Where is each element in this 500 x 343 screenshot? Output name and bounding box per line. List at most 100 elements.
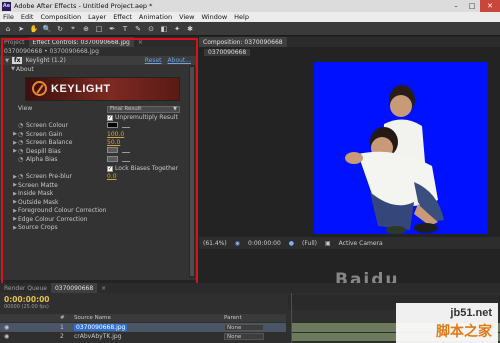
stopwatch-icon[interactable]: ◔ (18, 131, 26, 138)
tab-render-queue[interactable]: Render Queue (0, 283, 51, 293)
lock-biases-label: Lock Biases Together (115, 164, 179, 172)
eyedropper-icon[interactable] (122, 156, 130, 162)
camera-snapshot-icon[interactable]: ◉ (235, 240, 240, 247)
eyedropper-icon[interactable] (122, 147, 130, 154)
zoom-tool-icon[interactable]: 🔍 (42, 24, 52, 34)
tab-timeline-comp[interactable]: 0370090668 (50, 283, 98, 293)
stopwatch-icon[interactable]: ◔ (18, 122, 26, 129)
column-parent[interactable]: Parent (224, 315, 242, 321)
stopwatch-icon[interactable]: ◔ (18, 139, 26, 146)
visibility-eye-icon[interactable]: ◉ (4, 324, 9, 331)
composition-viewer[interactable] (314, 62, 488, 234)
screen-balance-value[interactable]: 50.0 (107, 139, 120, 146)
section-foreground-colour-correction[interactable]: ▶ Foreground Colour Correction (0, 207, 197, 216)
reset-link[interactable]: Reset (145, 57, 162, 64)
color-swatch[interactable] (107, 121, 118, 128)
home-icon[interactable]: ⌂ (3, 24, 13, 34)
rectangle-tool-icon[interactable]: □ (94, 24, 104, 34)
section-outside-mask[interactable]: ▶ Outside Mask (0, 198, 197, 207)
about-link[interactable]: About... (168, 57, 191, 64)
section-inside-mask[interactable]: ▶ Inside Mask (0, 190, 197, 199)
screen-preblur-value[interactable]: 0.0 (107, 173, 117, 180)
menu-composition[interactable]: Composition (40, 13, 81, 21)
view-dropdown[interactable]: Final Result ▼ (107, 105, 180, 113)
section-screen-matte[interactable]: ▶ Screen Matte (0, 181, 197, 190)
tab-effect-controls[interactable]: Effect Controls: 0370090668.jpg (28, 37, 134, 47)
visibility-eye-icon[interactable]: ◉ (4, 333, 9, 340)
timeline-current-time[interactable]: 0:00:00:00 (4, 295, 50, 304)
menu-effect[interactable]: Effect (113, 13, 132, 21)
resolution-dropdown[interactable]: (Full) (302, 240, 317, 247)
unpremultiply-checkbox[interactable]: ✓ Unpremultiply Result (107, 114, 178, 121)
close-button[interactable]: ✕ (480, 0, 500, 12)
effect-controls-header: 0370090668 • 0370090668.jpg (0, 47, 197, 56)
keyed-footage-image (345, 85, 444, 234)
stopwatch-icon[interactable]: ◔ (18, 156, 26, 163)
tab-project[interactable]: Project (0, 37, 29, 47)
color-swatch[interactable] (107, 155, 118, 162)
menu-window[interactable]: Window (202, 13, 228, 21)
effect-controls-scrollbar[interactable] (189, 65, 195, 278)
composition-panel: 0370090668 (61.4%) ◉ 0:00:00:00 ● (Full)… (199, 47, 500, 269)
roto-brush-icon[interactable]: ✦ (172, 24, 182, 34)
maximize-button[interactable]: □ (464, 0, 480, 12)
menu-help[interactable]: Help (234, 13, 249, 21)
playhead[interactable] (291, 293, 292, 343)
active-camera-dropdown[interactable]: Active Camera (339, 240, 383, 247)
stopwatch-icon[interactable]: ◔ (18, 148, 26, 155)
section-edge-colour-correction[interactable]: ▶ Edge Colour Correction (0, 215, 197, 224)
chevron-down-icon: ▼ (173, 106, 177, 112)
lock-biases-checkbox[interactable]: ✓ Lock Biases Together (107, 165, 178, 172)
twirl-down-icon[interactable]: ▼ (4, 58, 10, 64)
layer-name[interactable]: 0370090668.jpg (74, 324, 128, 331)
color-swatch[interactable] (107, 147, 118, 154)
column-source-name[interactable]: Source Name (74, 315, 111, 321)
pen-tool-icon[interactable]: ✒ (107, 24, 117, 34)
selection-tool-icon[interactable]: ➤ (16, 24, 26, 34)
channel-icon[interactable]: ● (289, 240, 294, 247)
clone-stamp-icon[interactable]: ⊙ (146, 24, 156, 34)
effect-row-keylight[interactable]: ▼ fx Keylight (1.2) Reset About... (0, 56, 197, 65)
eraser-icon[interactable]: ◧ (159, 24, 169, 34)
section-label: Inside Mask (18, 190, 54, 198)
hand-tool-icon[interactable]: ✋ (29, 24, 39, 34)
screen-gain-value[interactable]: 100.0 (107, 131, 124, 138)
layer-row[interactable]: ◉ 2 crAbvAbyTK.jpg None (0, 332, 286, 341)
checkbox-checked-icon: ✓ (107, 114, 113, 121)
section-label: Outside Mask (18, 198, 59, 206)
text-tool-icon[interactable]: T (120, 24, 130, 34)
puppet-tool-icon[interactable]: ✱ (185, 24, 195, 34)
scrollbar-thumb[interactable] (190, 67, 194, 276)
section-source-crops[interactable]: ▶ Source Crops (0, 224, 197, 233)
layer-name[interactable]: crAbvAbyTK.jpg (74, 333, 121, 340)
camera-tool-icon[interactable]: ⌖ (68, 24, 78, 34)
zoom-dropdown[interactable]: (61.4%) (203, 240, 227, 247)
brush-tool-icon[interactable]: ✎ (133, 24, 143, 34)
pan-behind-icon[interactable]: ⊕ (81, 24, 91, 34)
eyedropper-icon[interactable] (122, 122, 130, 128)
layer-row[interactable]: ◉ 1 0370090668.jpg None (0, 323, 286, 332)
menu-file[interactable]: File (3, 13, 14, 21)
watermark-cn: 脚本之家 (436, 324, 492, 340)
parent-dropdown[interactable]: None (224, 333, 264, 340)
layer-column-header: # Source Name Parent (0, 314, 286, 322)
menu-view[interactable]: View (179, 13, 194, 21)
comp-panel-tabs: Composition: 0370090668 (199, 37, 500, 47)
region-of-interest-icon[interactable]: ▣ (325, 240, 331, 247)
menu-layer[interactable]: Layer (88, 13, 106, 21)
minimize-button[interactable]: – (448, 0, 464, 12)
stopwatch-icon[interactable]: ◔ (18, 173, 26, 180)
fx-toggle-icon[interactable]: fx (12, 57, 23, 64)
menu-edit[interactable]: Edit (21, 13, 34, 21)
keylight-circle-icon (32, 81, 47, 96)
menu-animation[interactable]: Animation (139, 13, 172, 21)
parent-dropdown[interactable]: None (224, 324, 264, 331)
about-group[interactable]: ▼ About (0, 65, 197, 74)
current-time-display[interactable]: 0:00:00:00 (248, 240, 281, 247)
tab-close-icon[interactable]: × (97, 283, 110, 293)
comp-name-label[interactable]: 0370090668 (204, 49, 251, 56)
rotate-tool-icon[interactable]: ↻ (55, 24, 65, 34)
tab-composition[interactable]: Composition: 0370090668 (199, 37, 287, 47)
tab-close-icon[interactable]: × (134, 37, 147, 47)
param-label: Screen Balance (26, 139, 73, 147)
